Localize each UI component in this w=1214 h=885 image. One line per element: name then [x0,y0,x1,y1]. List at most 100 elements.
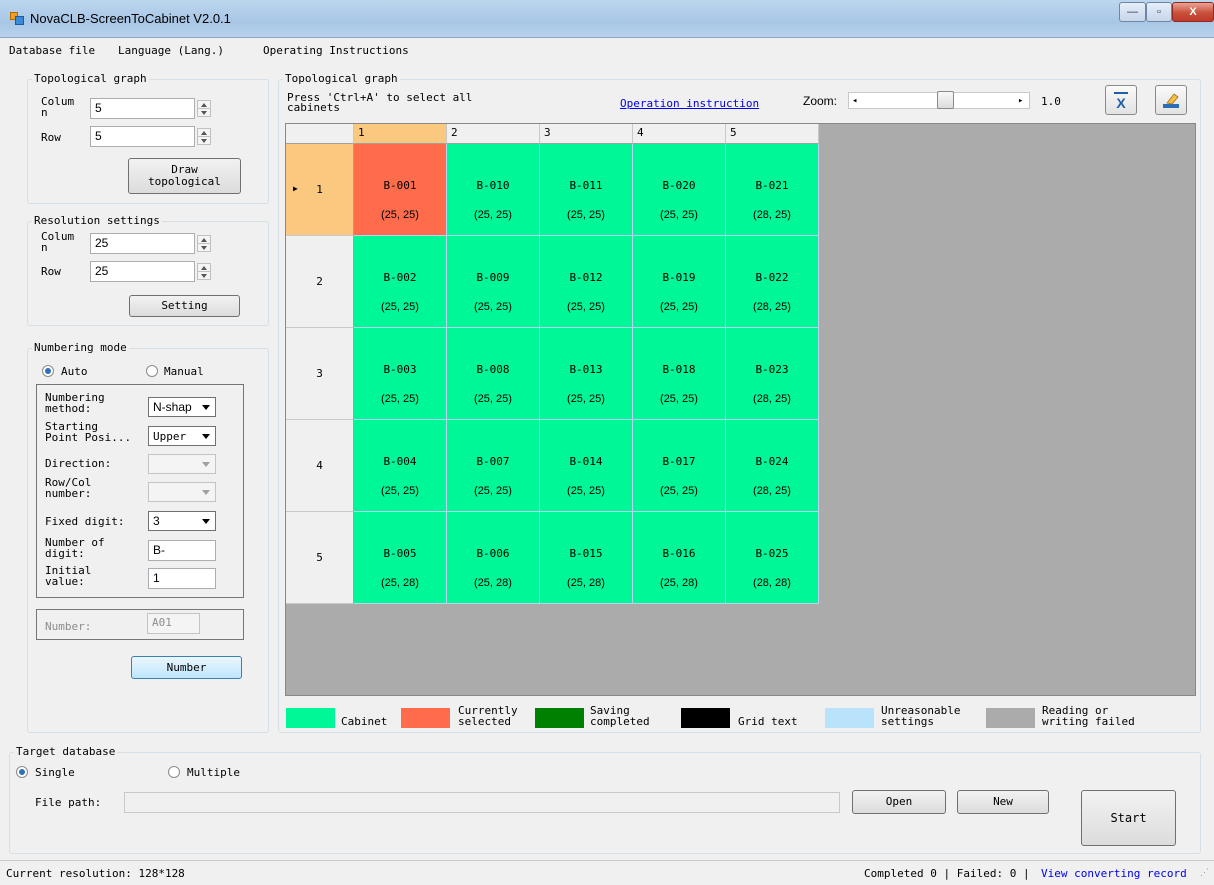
auto-radio[interactable] [42,365,54,377]
resolution-setting-button[interactable]: Setting [129,295,240,317]
row-header[interactable]: 4 [286,420,354,512]
number-of-digit-label: Number of digit: [45,536,105,560]
cabinet-resolution: (25, 28) [660,577,698,589]
number-of-digit-input[interactable]: B- [148,540,216,561]
column-count-input[interactable]: 5 [90,98,195,119]
cabinet-cell[interactable]: B-012 (25, 25) [540,236,633,328]
cabinet-resolution: (25, 25) [660,393,698,405]
close-button[interactable]: X [1172,2,1214,22]
cabinet-cell[interactable]: B-025 (28, 28) [726,512,819,604]
res-column-input[interactable]: 25 [90,233,195,254]
minimize-button[interactable]: — [1119,2,1146,22]
cabinet-resolution: (28, 25) [753,301,791,313]
cabinet-resolution: (25, 25) [660,301,698,313]
cabinet-cell[interactable]: B-010 (25, 25) [447,144,540,236]
row-header[interactable]: 5 [286,512,354,604]
chevron-down-icon [202,405,210,410]
legend-saving-swatch [535,708,584,728]
fixed-digit-select[interactable]: 3 [148,511,216,531]
chevron-down-icon [202,490,210,495]
resize-grip-icon[interactable]: ⋰ [1200,868,1209,879]
zoom-left-arrow-icon[interactable]: ◂ [852,96,857,107]
cabinet-resolution: (25, 25) [381,485,419,497]
menu-operating-instructions[interactable]: Operating Instructions [263,44,409,57]
maximize-button[interactable]: ▫ [1146,2,1172,22]
cabinet-cell[interactable]: B-018 (25, 25) [633,328,726,420]
open-button[interactable]: Open [852,790,946,814]
eraser-button[interactable] [1155,85,1187,115]
cabinet-cell[interactable]: B-016 (25, 28) [633,512,726,604]
grid-corner[interactable] [286,124,354,144]
multiple-radio[interactable] [168,766,180,778]
res-row-spinner[interactable] [197,263,211,280]
column-header[interactable]: 4 [633,124,726,144]
cabinet-resolution: (25, 28) [567,577,605,589]
row-header[interactable]: 3 [286,328,354,420]
group-title: Topological graph [283,72,400,85]
cabinet-cell[interactable]: B-007 (25, 25) [447,420,540,512]
res-column-spinner[interactable] [197,235,211,252]
group-title: Topological graph [32,72,149,85]
cabinet-cell[interactable]: B-015 (25, 28) [540,512,633,604]
draw-topological-button[interactable]: Draw topological [128,158,241,194]
column-header[interactable]: 2 [447,124,540,144]
number-preview-value: A01 [147,613,200,634]
cabinet-cell[interactable]: B-023 (28, 25) [726,328,819,420]
legend-unreasonable-label: Unreasonable settings [881,704,961,728]
cabinet-cell[interactable]: B-003 (25, 25) [354,328,447,420]
menu-database-file[interactable]: Database file [9,44,95,57]
cabinet-cell[interactable]: B-011 (25, 25) [540,144,633,236]
new-button[interactable]: New [957,790,1049,814]
column-spinner[interactable] [197,100,211,117]
row-spinner[interactable] [197,128,211,145]
menu-language[interactable]: Language (Lang.) [118,44,224,57]
row-col-number-select[interactable] [148,482,216,502]
starting-point-select[interactable]: Upper [148,426,216,446]
cabinet-cell[interactable]: B-019 (25, 25) [633,236,726,328]
res-row-input[interactable]: 25 [90,261,195,282]
direction-select[interactable] [148,454,216,474]
cabinet-number: B-003 [383,363,417,376]
start-button[interactable]: Start [1081,790,1176,846]
cabinet-cell[interactable]: B-008 (25, 25) [447,328,540,420]
cabinet-cell[interactable]: B-001 (25, 25) [354,144,447,236]
chevron-down-icon [202,434,210,439]
cabinet-cell[interactable]: B-024 (28, 25) [726,420,819,512]
cabinet-cell[interactable]: B-017 (25, 25) [633,420,726,512]
cabinet-number: B-005 [383,547,417,560]
initial-value-input[interactable]: 1 [148,568,216,589]
file-path-input[interactable] [124,792,840,813]
cabinet-cell[interactable]: B-022 (28, 25) [726,236,819,328]
cabinet-number: B-017 [662,455,696,468]
column-header[interactable]: 3 [540,124,633,144]
row-header[interactable]: ▶ 1 [286,144,354,236]
cabinet-cell[interactable]: B-004 (25, 25) [354,420,447,512]
cabinet-cell[interactable]: B-014 (25, 25) [540,420,633,512]
cabinet-resolution: (25, 28) [474,577,512,589]
starting-point-label: Starting Point Posi... [45,420,132,444]
group-title: Resolution settings [32,214,162,227]
cabinet-cell[interactable]: B-006 (25, 28) [447,512,540,604]
manual-radio[interactable] [146,365,158,377]
clear-button[interactable]: X [1105,85,1137,115]
cabinet-cell[interactable]: B-020 (25, 25) [633,144,726,236]
cabinet-cell[interactable]: B-009 (25, 25) [447,236,540,328]
chevron-down-icon [202,462,210,467]
operation-instruction-link[interactable]: Operation instruction [620,98,759,109]
number-button[interactable]: Number [131,656,242,679]
column-header[interactable]: 5 [726,124,819,144]
cabinet-cell[interactable]: B-002 (25, 25) [354,236,447,328]
single-radio[interactable] [16,766,28,778]
cabinet-cell[interactable]: B-005 (25, 28) [354,512,447,604]
zoom-right-arrow-icon[interactable]: ▸ [1018,96,1023,107]
column-header[interactable]: 1 [354,124,447,144]
view-converting-record-link[interactable]: View converting record [1041,868,1187,879]
row-header[interactable]: 2 [286,236,354,328]
row-count-input[interactable]: 5 [90,126,195,147]
numbering-method-select[interactable]: N-shap [148,397,216,417]
zoom-slider-thumb[interactable] [937,91,954,109]
cabinet-cell[interactable]: B-021 (28, 25) [726,144,819,236]
topology-grid[interactable]: 1 2 3 4 5 ▶ 1 B-001 (25, 25) B-010 (25, 25) B-011 (2… [285,123,1196,696]
zoom-label: Zoom: [803,94,838,108]
cabinet-cell[interactable]: B-013 (25, 25) [540,328,633,420]
